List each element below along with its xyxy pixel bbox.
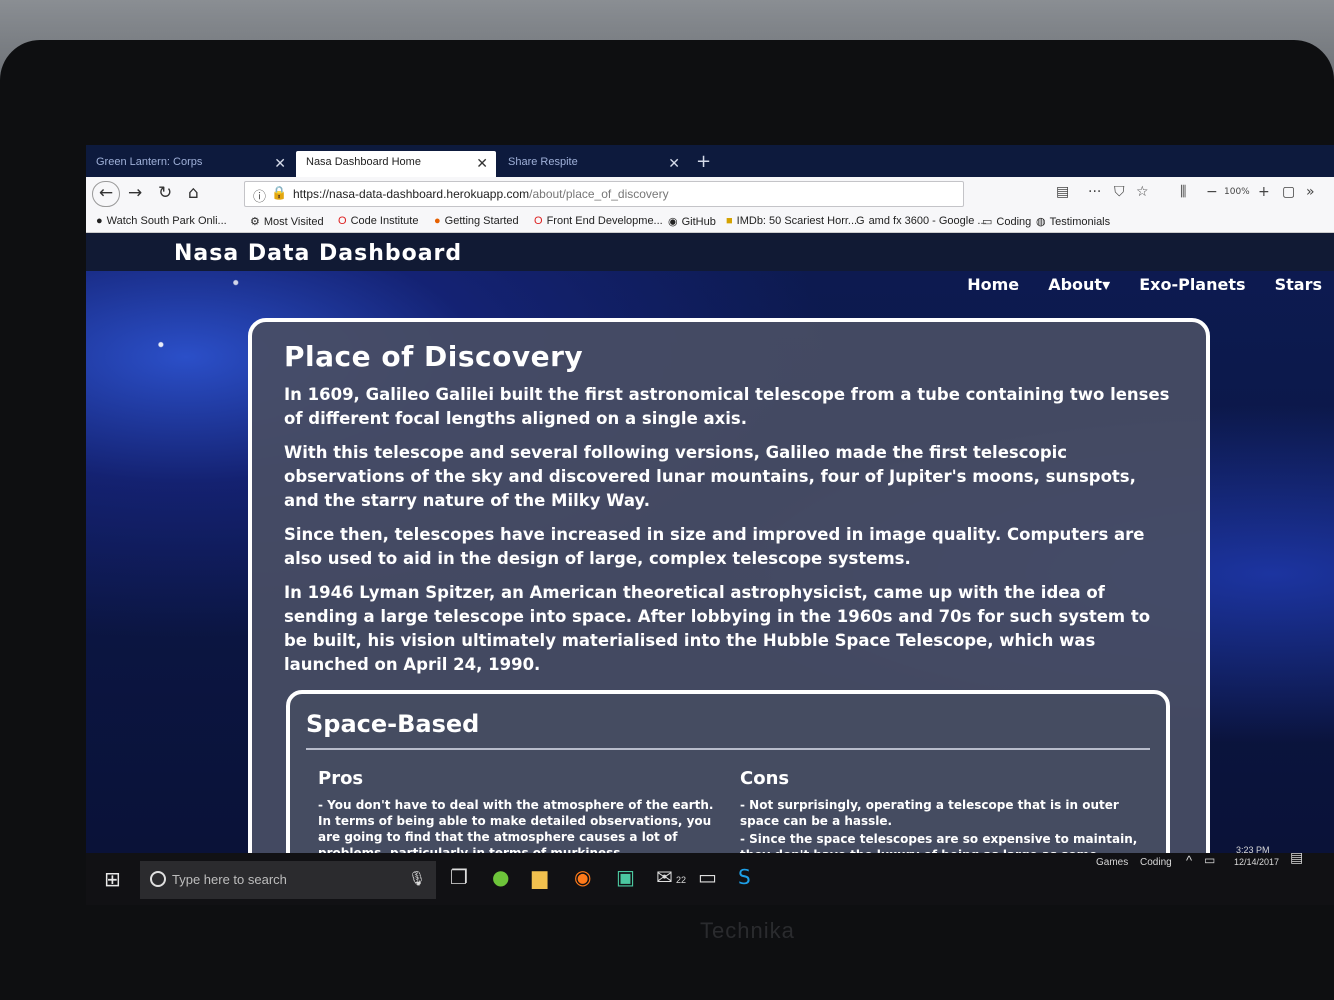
tab-share-respite[interactable]: Share Respite ✕ (498, 151, 688, 177)
bookmark-item[interactable]: O Front End Developme... (534, 215, 663, 227)
tray-folder-coding[interactable]: Coding (1140, 857, 1172, 868)
bookmark-folder[interactable]: ▭ Coding (982, 215, 1031, 228)
search-placeholder: Type here to search (172, 872, 287, 887)
close-icon[interactable]: ✕ (274, 155, 286, 172)
bookmark-item[interactable]: ◉ GitHub (668, 215, 716, 228)
globe-icon: ◍ (1036, 216, 1046, 228)
paragraph: In 1946 Lyman Spitzer, an American theor… (284, 583, 1151, 674)
url-path: /about/place_of_discovery (529, 187, 669, 201)
reload-icon[interactable]: ↻ (158, 183, 172, 203)
page-title: Place of Discovery (284, 340, 584, 373)
cons-item: - Not surprisingly, operating a telescop… (740, 798, 1119, 828)
close-icon[interactable]: ✕ (668, 155, 680, 172)
clock-time[interactable]: 3:23 PM (1236, 845, 1270, 855)
close-icon[interactable]: ✕ (476, 155, 488, 172)
new-tab-icon[interactable]: + (696, 151, 711, 172)
notification-icon[interactable]: ▤ (1290, 849, 1303, 866)
southpark-icon: ● (96, 215, 103, 227)
reader-view-icon[interactable]: ▤ (1056, 184, 1069, 200)
tab-label: Share Respite (508, 156, 578, 168)
home-icon[interactable]: ⌂ (188, 183, 199, 203)
paragraph: With this telescope and several followin… (284, 443, 1136, 510)
bookmark-item[interactable]: ◍ Testimonials (1036, 215, 1110, 228)
taskbar: ⊞ Type here to search 🎙 ❐ ● ▆ ◉ ▣ ✉ 22 ▭… (86, 845, 1334, 905)
zoom-in-icon[interactable]: + (1258, 184, 1270, 200)
bookmark-item[interactable]: ● Watch South Park Onli... (96, 215, 227, 227)
zoom-out-icon[interactable]: − (1206, 184, 1218, 200)
cons-heading: Cons (740, 768, 790, 789)
bookmark-star-icon[interactable]: ☆ (1136, 184, 1149, 200)
gear-icon: ⚙ (250, 216, 260, 228)
section-title: Space-Based (306, 710, 1150, 750)
lock-icon: 🔒 (271, 185, 288, 200)
screen: Green Lantern: Corps ✕ Nasa Dashboard Ho… (86, 145, 1334, 905)
url-host: https://nasa-data-dashboard.herokuapp.co… (293, 187, 530, 201)
browser-toolbar: ← → ↻ ⌂ ⓘ 🔒 https://nasa-data-dashboard.… (86, 177, 1334, 211)
forward-arrow-icon[interactable]: → (128, 183, 142, 203)
mail-badge: 22 (676, 875, 687, 885)
bookmark-item[interactable]: O Code Institute (338, 215, 418, 227)
tab-label: Nasa Dashboard Home (306, 156, 421, 168)
firefox-icon: ● (434, 215, 441, 227)
info-icon[interactable]: ⓘ (253, 186, 266, 205)
pros-item: - You don't have to deal with the atmosp… (318, 798, 714, 860)
task-view-icon[interactable]: ❐ (450, 865, 468, 889)
zoom-level[interactable]: 100% (1224, 187, 1250, 197)
sidebar-icon[interactable]: ▢ (1282, 184, 1295, 200)
chevron-up-icon[interactable]: ^ (1186, 853, 1192, 868)
mail-icon[interactable]: ✉ (656, 865, 673, 889)
firefox-icon[interactable]: ◉ (574, 865, 591, 889)
address-bar[interactable]: ⓘ 🔒 https://nasa-data-dashboard.herokuap… (244, 181, 964, 207)
clock-date[interactable]: 12/14/2017 (1234, 857, 1279, 867)
opera-icon: O (338, 215, 347, 227)
network-icon[interactable]: ▭ (1204, 853, 1215, 867)
overflow-menu-icon[interactable]: » (1306, 184, 1315, 200)
nav-stars[interactable]: Stars (1275, 275, 1322, 294)
store-icon[interactable]: ▣ (616, 865, 635, 889)
imdb-icon: ■ (726, 215, 733, 227)
microphone-icon[interactable]: 🎙 (408, 870, 426, 887)
tab-nasa-dashboard[interactable]: Nasa Dashboard Home ✕ (296, 151, 496, 177)
pocket-icon[interactable]: ⛉ (1114, 184, 1125, 200)
bookmark-item[interactable]: ⚙ Most Visited (250, 215, 324, 228)
bookmark-item[interactable]: Gamd fx 3600 - Google ... (856, 215, 987, 227)
pros-heading: Pros (318, 768, 364, 789)
window-icon[interactable]: ▭ (698, 865, 717, 889)
tray-folder-games[interactable]: Games (1096, 857, 1128, 868)
paragraph: Since then, telescopes have increased in… (284, 525, 1145, 568)
site-nav: Home About▾ Exo-Planets Stars (955, 275, 1334, 294)
bookmark-item[interactable]: ● Getting Started (434, 215, 519, 227)
bookmark-item[interactable]: ■ IMDb: 50 Scariest Horr... (726, 215, 857, 227)
windows-start-icon[interactable]: ⊞ (104, 867, 121, 891)
file-explorer-icon[interactable]: ▆ (532, 865, 547, 889)
folder-icon: ▭ (982, 216, 993, 228)
web-page: Nasa Data Dashboard Home About▾ Exo-Plan… (86, 233, 1334, 905)
bookmarks-toolbar: ● Watch South Park Onli... ⚙ Most Visited … (86, 211, 1334, 233)
tab-green-lantern[interactable]: Green Lantern: Corps ✕ (86, 151, 294, 177)
more-actions-icon[interactable]: ··· (1088, 184, 1101, 200)
back-arrow-icon[interactable]: ← (92, 181, 120, 207)
nav-exo-planets[interactable]: Exo-Planets (1139, 275, 1245, 294)
tab-bar: Green Lantern: Corps ✕ Nasa Dashboard Ho… (86, 145, 1334, 177)
chrome-icon[interactable]: ● (492, 865, 509, 889)
nav-home[interactable]: Home (967, 275, 1019, 294)
google-icon: G (856, 215, 865, 227)
cortana-icon (150, 871, 166, 887)
monitor-brand: Technika (700, 918, 795, 943)
content-card: Place of Discovery In 1609, Galileo Gali… (248, 318, 1210, 905)
library-icon[interactable]: ⫼ (1180, 184, 1186, 200)
skype-icon[interactable]: S (738, 865, 751, 889)
paragraph: In 1609, Galileo Galilei built the first… (284, 385, 1170, 428)
taskbar-search[interactable]: Type here to search 🎙 (140, 861, 436, 899)
tab-label: Green Lantern: Corps (96, 156, 203, 168)
opera-icon: O (534, 215, 543, 227)
site-title[interactable]: Nasa Data Dashboard (174, 241, 462, 266)
nav-about[interactable]: About▾ (1048, 275, 1110, 294)
github-icon: ◉ (668, 216, 678, 228)
